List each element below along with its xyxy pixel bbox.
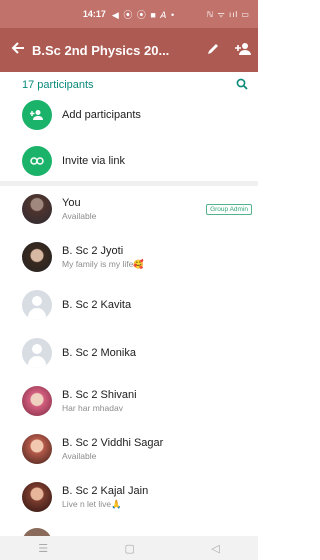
add-participants-button[interactable]: Add participants: [0, 92, 258, 138]
menu-icon[interactable]: ☰: [38, 542, 48, 555]
member-row-you[interactable]: You Available Group Admin: [0, 186, 258, 232]
link-icon: [22, 146, 52, 176]
avatar: [22, 528, 52, 536]
participants-count: 17 participants: [22, 79, 94, 91]
member-row-kajal[interactable]: B. Sc 2 Kajal Jain Live n let live🙏: [0, 474, 258, 520]
member-name: B. Sc 2 Jyoti: [62, 244, 124, 257]
back-icon[interactable]: ◁: [211, 542, 219, 555]
member-name: B. Sc 2 Kavita: [62, 299, 132, 311]
add-participants-label: Add participants: [62, 109, 141, 121]
member-name: B. Sc 2 Shivani: [62, 389, 137, 401]
partial-list-item: [0, 522, 258, 536]
pencil-icon[interactable]: [198, 42, 228, 59]
app-bar: B.Sc 2nd Physics 20...: [0, 28, 258, 72]
member-status: My family is my life🥰: [62, 258, 144, 269]
member-status: Live n let live🙏: [62, 498, 122, 509]
avatar: [22, 242, 52, 272]
avatar: [22, 194, 52, 224]
member-status: Har har mhadav: [62, 403, 123, 413]
member-row-jyoti[interactable]: B. Sc 2 Jyoti My family is my life🥰: [0, 234, 258, 280]
status-bar: 14:17 ◀ ⦿ ⦿ ■ 𝘈 • ℕ ᯤ ııl ▭: [0, 0, 258, 28]
invite-link-button[interactable]: Invite via link: [0, 138, 258, 184]
invite-link-label: Invite via link: [62, 155, 125, 167]
member-status: Available: [62, 211, 97, 221]
system-icons: ℕ ᯤ ııl ▭: [206, 10, 250, 19]
default-avatar-icon: [22, 338, 52, 368]
member-name: B. Sc 2 Viddhi Sagar: [62, 437, 164, 449]
back-arrow-icon[interactable]: [4, 41, 32, 60]
member-name: You: [62, 197, 81, 209]
add-person-icon[interactable]: [228, 42, 258, 59]
member-name: B. Sc 2 Monika: [62, 347, 136, 359]
add-person-icon: [22, 100, 52, 130]
avatar: [22, 434, 52, 464]
member-row-monika[interactable]: B. Sc 2 Monika: [0, 330, 258, 376]
default-avatar-icon: [22, 290, 52, 320]
member-name: B. Sc 2 Kajal Jain: [62, 484, 149, 497]
member-row-viddhi[interactable]: B. Sc 2 Viddhi Sagar Available: [0, 426, 258, 472]
notification-icons: ◀ ⦿ ⦿ ■ 𝘈 •: [111, 9, 176, 20]
member-row-shivani[interactable]: B. Sc 2 Shivani Har har mhadav: [0, 378, 258, 424]
status-time: 14:17: [82, 9, 106, 19]
search-icon[interactable]: [236, 78, 248, 93]
system-nav-bar: ☰ ▢ ◁: [0, 536, 258, 560]
group-admin-badge: Group Admin: [206, 203, 252, 215]
avatar: [22, 482, 52, 512]
group-title[interactable]: B.Sc 2nd Physics 20...: [32, 43, 198, 58]
avatar: [22, 386, 52, 416]
member-status: Available: [62, 451, 97, 461]
member-row-kavita[interactable]: B. Sc 2 Kavita: [0, 282, 258, 328]
home-icon[interactable]: ▢: [124, 542, 134, 555]
